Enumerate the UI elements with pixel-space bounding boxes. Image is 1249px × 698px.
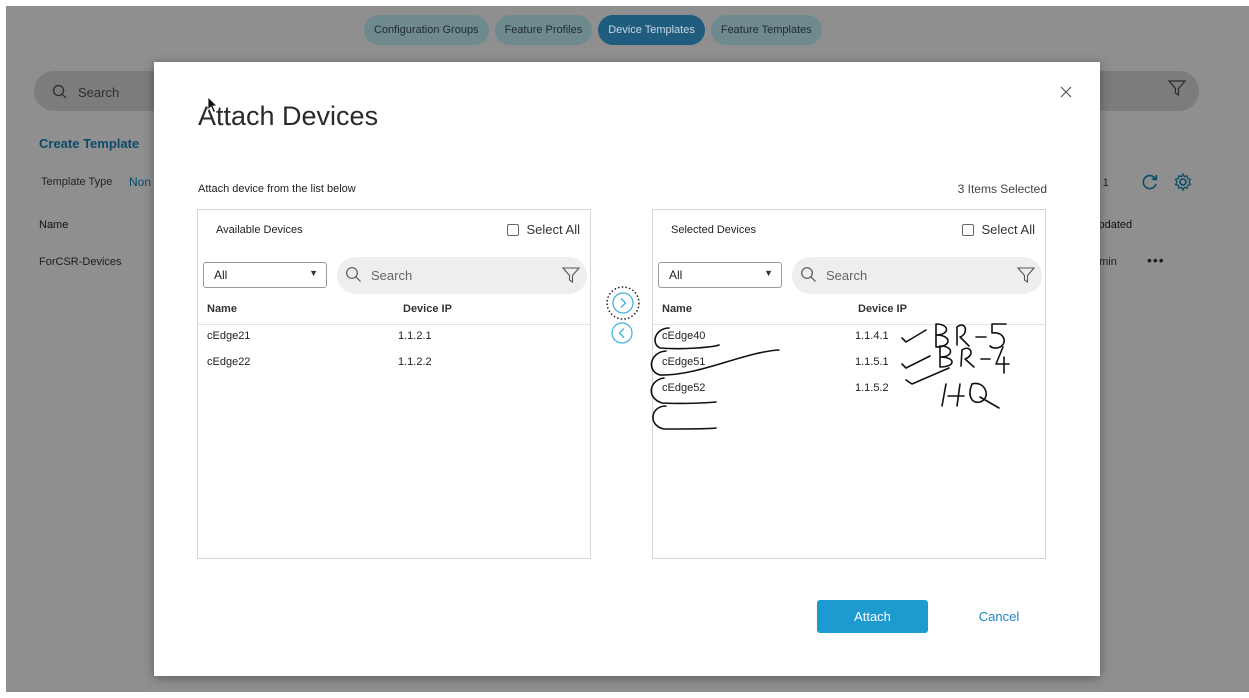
- available-search-bar: [337, 257, 587, 294]
- column-header-name: Name: [207, 303, 237, 315]
- dropdown-value: All: [669, 268, 683, 282]
- move-left-button[interactable]: [611, 322, 633, 344]
- selected-count: 3 Items Selected: [957, 182, 1047, 196]
- select-all-checkbox[interactable]: [506, 223, 519, 236]
- column-header-device-ip: Device IP: [858, 303, 907, 315]
- search-icon: [52, 84, 67, 99]
- more-icon[interactable]: •••: [1147, 252, 1165, 268]
- selected-search-input[interactable]: [826, 266, 986, 284]
- filter-icon[interactable]: [1016, 265, 1036, 285]
- available-row-name[interactable]: cEdge21: [207, 330, 250, 342]
- dropdown-value: All: [214, 268, 228, 282]
- attach-button[interactable]: Attach: [817, 600, 928, 633]
- filter-icon[interactable]: [1167, 78, 1187, 98]
- tab-device-templates[interactable]: Device Templates: [598, 15, 705, 45]
- column-header-device-ip: Device IP: [403, 303, 452, 315]
- create-template-link[interactable]: Create Template: [39, 136, 139, 151]
- selected-filter-dropdown[interactable]: All ▼: [658, 262, 782, 288]
- attach-devices-modal: Attach Devices Attach device from the li…: [154, 62, 1100, 676]
- available-filter-dropdown[interactable]: All ▼: [203, 262, 327, 288]
- selected-row-name[interactable]: cEdge40: [662, 330, 705, 342]
- available-row-ip: 1.1.2.2: [398, 356, 432, 368]
- select-all-checkbox[interactable]: [961, 223, 974, 236]
- search-icon: [801, 267, 816, 282]
- caret-down-icon: ▼: [309, 268, 318, 278]
- gear-icon[interactable]: [1173, 172, 1193, 192]
- selected-select-all[interactable]: Select All: [961, 222, 1035, 237]
- tab-feature-templates[interactable]: Feature Templates: [710, 15, 822, 45]
- mouse-cursor-icon: [207, 96, 218, 114]
- selected-search-bar: [792, 257, 1042, 294]
- available-row-ip: 1.1.2.1: [398, 330, 432, 342]
- template-type-value[interactable]: Non: [129, 175, 151, 189]
- refresh-icon[interactable]: [1140, 172, 1160, 192]
- selected-devices-panel: Selected Devices Select All All ▼ Name D…: [652, 209, 1046, 559]
- available-row-name[interactable]: cEdge22: [207, 356, 250, 368]
- tab-feature-profiles[interactable]: Feature Profiles: [494, 15, 593, 45]
- select-all-label: Select All: [981, 222, 1035, 237]
- selected-row-name[interactable]: cEdge51: [662, 356, 705, 368]
- top-tabs: Configuration Groups Feature Profiles De…: [364, 15, 822, 45]
- available-search-input[interactable]: [371, 266, 531, 284]
- search-icon: [346, 267, 361, 282]
- select-all-label: Select All: [526, 222, 580, 237]
- selected-row-ip: 1.1.4.1: [855, 330, 889, 342]
- selected-devices-title: Selected Devices: [671, 224, 756, 236]
- modal-title: Attach Devices: [198, 101, 379, 131]
- close-icon[interactable]: [1059, 85, 1073, 99]
- modal-subtitle: Attach device from the list below: [198, 183, 356, 195]
- tab-configuration-groups[interactable]: Configuration Groups: [364, 15, 489, 45]
- selected-row-name[interactable]: cEdge52: [662, 382, 705, 394]
- background-search-placeholder: Search: [78, 85, 120, 100]
- selected-row-ip: 1.1.5.1: [855, 356, 889, 368]
- header-divider: [198, 324, 590, 325]
- available-devices-panel: Available Devices Select All All ▼ Name …: [197, 209, 591, 559]
- header-divider: [653, 324, 1045, 325]
- selected-row-ip: 1.1.5.2: [855, 382, 889, 394]
- caret-down-icon: ▼: [764, 268, 773, 278]
- move-right-button[interactable]: [605, 285, 641, 321]
- cancel-button[interactable]: Cancel: [959, 600, 1039, 633]
- table-row-name[interactable]: ForCSR-Devices: [39, 256, 122, 268]
- template-type-label: Template Type: [41, 176, 113, 188]
- column-header-name: Name: [662, 303, 692, 315]
- filter-icon[interactable]: [561, 265, 581, 285]
- available-select-all[interactable]: Select All: [506, 222, 580, 237]
- table-header-name: Name: [39, 219, 69, 231]
- available-devices-title: Available Devices: [216, 224, 303, 236]
